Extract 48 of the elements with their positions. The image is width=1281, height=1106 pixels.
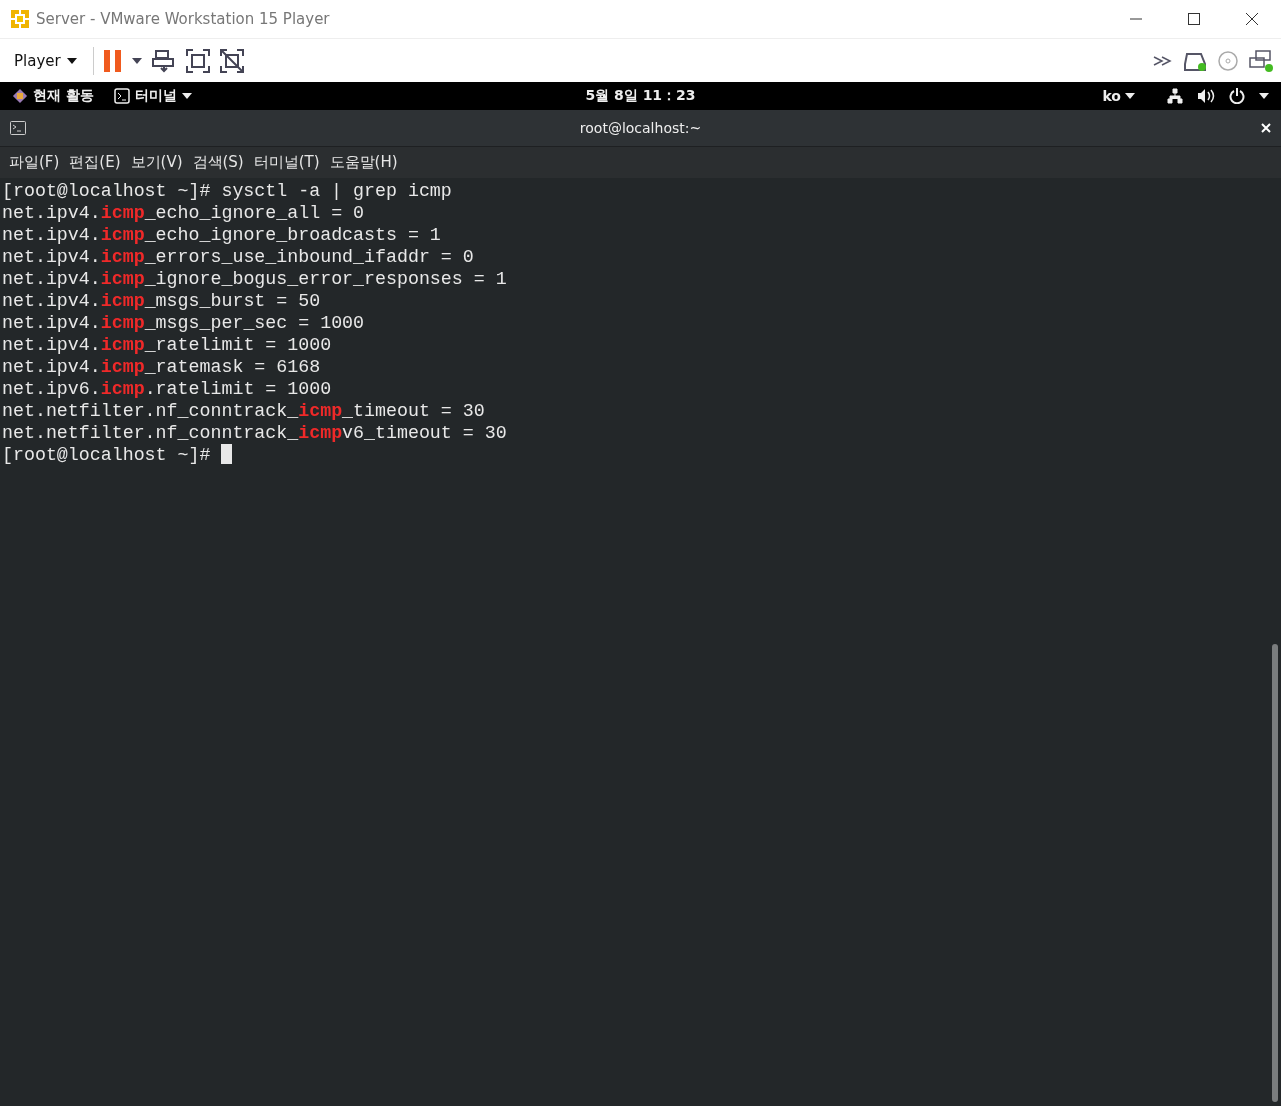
terminal-line: net.netfilter.nf_conntrack_icmpv6_timeout = 30 — [2, 422, 508, 444]
double-chevron-icon[interactable] — [1153, 54, 1173, 67]
caret-icon[interactable] — [181, 93, 192, 99]
terminal-line: net.ipv4.icmp_ratelimit = 1000 — [2, 334, 333, 356]
close-icon — [1246, 13, 1258, 25]
unity-mode-icon[interactable] — [219, 48, 244, 73]
activities-button[interactable]: 현재 활동 — [33, 87, 94, 105]
terminal-line: [root@localhost ~]# sysctl -a | grep icmp — [2, 180, 453, 202]
terminal-line: net.ipv4.icmp_errors_use_inbound_ifaddr = 0 — [2, 246, 475, 268]
caret-icon[interactable] — [131, 57, 142, 64]
caret-icon[interactable] — [1125, 93, 1135, 99]
maximize-icon — [1188, 13, 1200, 25]
terminal-line: net.ipv4.icmp_ignore_bogus_error_responses = 1 — [2, 268, 508, 290]
caret-icon[interactable] — [1259, 93, 1269, 99]
terminal-title: root@localhost:~ — [579, 120, 702, 136]
volume-icon[interactable] — [1197, 88, 1215, 104]
network-icon[interactable] — [1167, 88, 1183, 104]
scrollbar-thumb[interactable] — [1272, 644, 1278, 1102]
terminal-line: net.ipv4.icmp_msgs_per_sec = 1000 — [2, 312, 366, 334]
terminal-icon — [113, 88, 130, 104]
app-menu[interactable]: 터미널 — [134, 87, 177, 105]
terminal-line: net.ipv4.icmp_echo_ignore_all = 0 — [2, 202, 366, 224]
pause-icon[interactable] — [103, 49, 122, 72]
caret-icon — [66, 57, 77, 64]
text-cursor — [221, 444, 233, 464]
player-menu[interactable]: Player — [8, 47, 83, 74]
terminal-icon — [10, 121, 26, 135]
prompt: [root@localhost ~]# — [2, 445, 212, 465]
clock[interactable]: 5월 8일 11：23 — [585, 87, 696, 105]
menu-item[interactable]: 터미널(T) — [248, 151, 325, 174]
fullscreen-icon[interactable] — [185, 48, 210, 73]
language-indicator[interactable]: ko — [1102, 88, 1121, 104]
menu-item[interactable]: 파일(F) — [4, 151, 65, 174]
close-icon[interactable] — [1261, 123, 1271, 133]
window-title: Server - VMware Workstation 15 Player — [36, 10, 330, 28]
terminal-line: net.ipv4.icmp_ratemask = 6168 — [2, 356, 322, 378]
power-icon[interactable] — [1229, 88, 1245, 104]
menu-item[interactable]: 검색(S) — [187, 151, 249, 174]
menu-item[interactable]: 편집(E) — [64, 151, 126, 174]
menu-item[interactable]: 보기(V) — [125, 151, 188, 174]
menu-item[interactable]: 도움말(H) — [324, 151, 403, 174]
terminal-line: net.ipv4.icmp_msgs_burst = 50 — [2, 290, 322, 312]
send-keys-icon[interactable] — [151, 48, 176, 73]
terminal-line: net.ipv6.icmp.ratelimit = 1000 — [2, 378, 333, 400]
terminal-line: net.netfilter.nf_conntrack_icmp_timeout = 30 — [2, 400, 486, 422]
terminal-line: net.ipv4.icmp_echo_ignore_broadcasts = 1 — [2, 224, 442, 246]
app-logo-icon — [10, 9, 30, 29]
network-adapter-icon[interactable] — [1249, 49, 1273, 72]
